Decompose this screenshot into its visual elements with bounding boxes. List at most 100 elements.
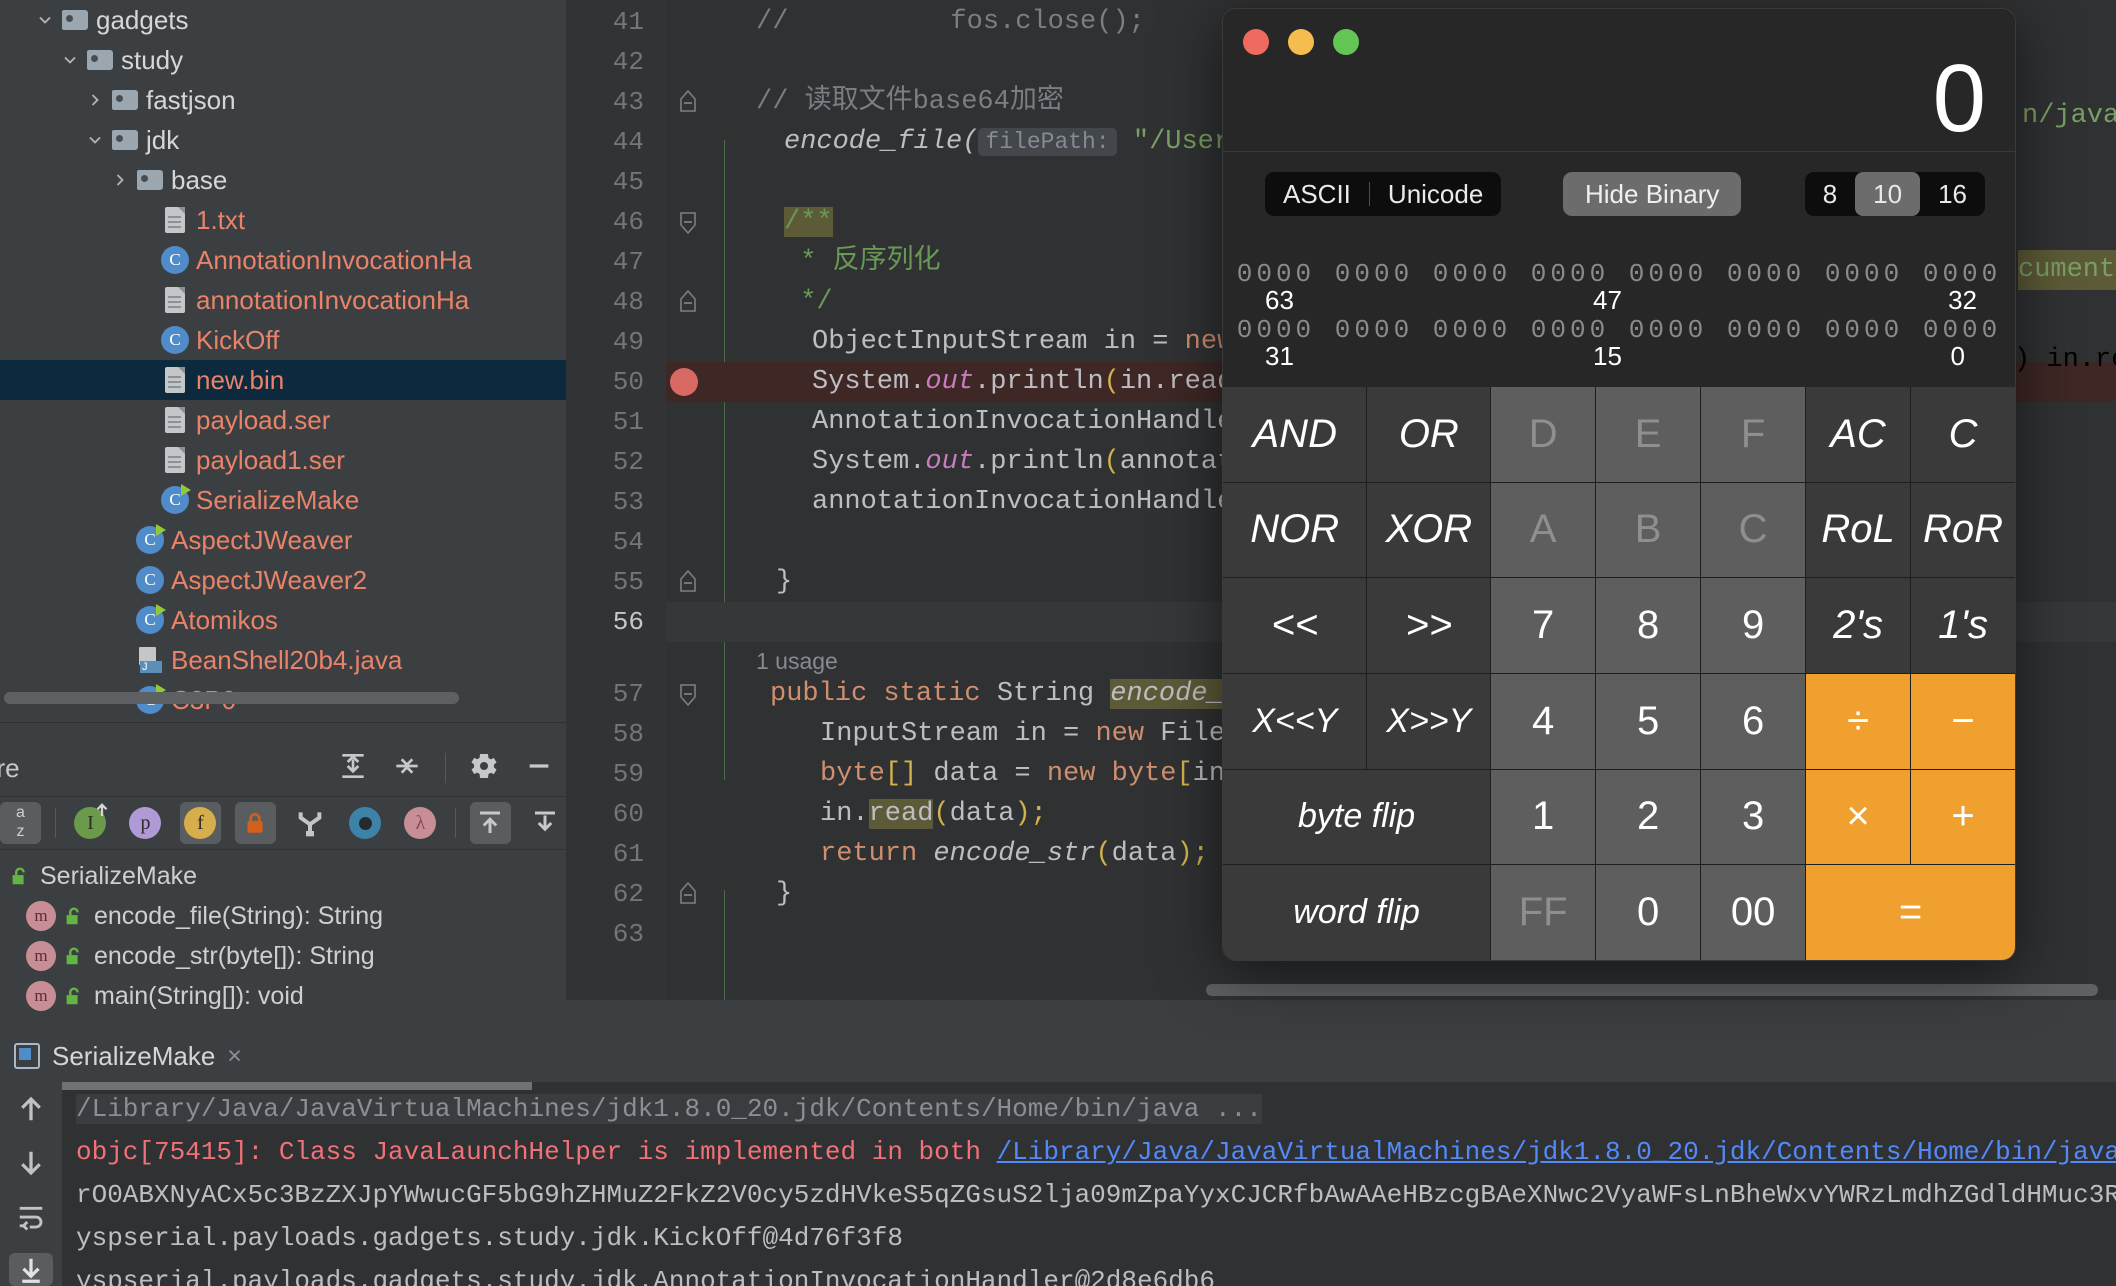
console-tabbar[interactable]: SerializeMake × xyxy=(0,1030,2116,1082)
calc-key-ff[interactable]: FF xyxy=(1491,865,1596,960)
calc-key-and[interactable]: AND xyxy=(1223,387,1367,482)
non-public-icon[interactable] xyxy=(234,802,276,844)
tree-item[interactable]: study xyxy=(0,40,566,80)
calc-key-c[interactable]: C xyxy=(1701,482,1806,578)
segment-unicode[interactable]: Unicode xyxy=(1370,172,1501,216)
tree-item[interactable]: annotationInvocationHa xyxy=(0,280,566,320)
minimize-icon[interactable] xyxy=(522,750,556,787)
calc-key-xor[interactable]: XOR xyxy=(1367,482,1491,578)
fold-end-icon[interactable] xyxy=(676,562,700,602)
segment-base-10[interactable]: 10 xyxy=(1855,172,1921,216)
collapse-all-icon[interactable] xyxy=(525,802,566,844)
sort-alphabetically-icon[interactable]: az xyxy=(0,802,41,844)
segment-base-16[interactable]: 16 xyxy=(1920,172,1985,216)
calc-key-6[interactable]: 6 xyxy=(1701,673,1806,769)
calc-key-2[interactable]: 2 xyxy=(1596,769,1701,865)
chevron-down-icon[interactable] xyxy=(82,130,108,150)
console-body[interactable]: /Library/Java/JavaVirtualMachines/jdk1.8… xyxy=(0,1082,2116,1286)
chevron-down-icon[interactable] xyxy=(57,50,83,70)
tree-item[interactable]: jdk xyxy=(0,120,566,160)
calc-key-word-flip[interactable]: word flip xyxy=(1223,865,1491,960)
expand-all-icon[interactable] xyxy=(469,802,511,844)
scroll-up-icon[interactable] xyxy=(9,1092,53,1126)
close-button[interactable] xyxy=(1243,29,1269,55)
structure-item[interactable]: m encode_str(byte[]): String xyxy=(0,936,566,976)
tree-item[interactable]: C Atomikos xyxy=(0,600,566,640)
collapse-all-icon[interactable] xyxy=(391,750,423,787)
calc-key-d[interactable]: D xyxy=(1491,387,1596,482)
encoding-segmented-control[interactable]: ASCII Unicode xyxy=(1265,172,1502,216)
fold-start-icon[interactable] xyxy=(676,674,700,714)
calc-key-[interactable]: ÷ xyxy=(1806,673,1911,769)
tree-item[interactable]: new.bin xyxy=(0,360,566,400)
calc-key-[interactable]: = xyxy=(1806,865,2015,960)
tree-item[interactable]: payload.ser xyxy=(0,400,566,440)
binary-row-low[interactable]: 0000 0000 0000 0000 0000 0000 0000 0000 … xyxy=(1223,315,2015,371)
binary-row-high[interactable]: 0000 0000 0000 0000 0000 0000 0000 0000 … xyxy=(1223,259,2015,315)
scrollbar-thumb[interactable] xyxy=(1206,984,2098,996)
calc-key-1[interactable]: 1 xyxy=(1491,769,1596,865)
hierarchy-icon[interactable] xyxy=(290,802,331,844)
calc-key-rol[interactable]: RoL xyxy=(1806,482,1911,578)
breakpoint-icon[interactable] xyxy=(670,368,698,396)
fold-end-icon[interactable] xyxy=(676,282,700,322)
calc-key-5[interactable]: 5 xyxy=(1596,673,1701,769)
minimize-button[interactable] xyxy=(1288,29,1314,55)
calc-key-e[interactable]: E xyxy=(1596,387,1701,482)
calc-key-3[interactable]: 3 xyxy=(1701,769,1806,865)
calc-key-9[interactable]: 9 xyxy=(1701,578,1806,673)
tree-item[interactable]: C AnnotationInvocationHa xyxy=(0,240,566,280)
calc-key-[interactable]: + xyxy=(1911,769,2015,865)
maximize-button[interactable] xyxy=(1333,29,1359,55)
console-sidebar[interactable] xyxy=(0,1082,62,1286)
calc-key-f[interactable]: F xyxy=(1701,387,1806,482)
calc-key-8[interactable]: 8 xyxy=(1596,578,1701,673)
scroll-down-icon[interactable] xyxy=(9,1146,53,1180)
fold-end-icon[interactable] xyxy=(676,82,700,122)
chevron-right-icon[interactable] xyxy=(82,90,108,110)
structure-item[interactable]: m encode_file(String): String xyxy=(0,896,566,936)
interfaces-icon[interactable] xyxy=(345,802,386,844)
tree-item[interactable]: J BeanShell20b4.java xyxy=(0,640,566,680)
inherited-members-icon[interactable]: I xyxy=(70,802,111,844)
fold-start-icon[interactable] xyxy=(676,202,700,242)
usage-hint[interactable]: 1 usage xyxy=(756,648,838,675)
calc-key-ror[interactable]: RoR xyxy=(1911,482,2015,578)
calc-key-4[interactable]: 4 xyxy=(1491,673,1596,769)
expand-all-icon[interactable] xyxy=(337,750,369,787)
editor-hscrollbar[interactable] xyxy=(666,980,2106,998)
calc-key-1-s[interactable]: 1's xyxy=(1911,578,2015,673)
run-console[interactable]: SerializeMake × /Library/Java/JavaVirtua… xyxy=(0,1030,2116,1286)
project-tree-hscrollbar[interactable] xyxy=(0,688,566,706)
tree-item[interactable]: C AspectJWeaver2 xyxy=(0,560,566,600)
calc-key-nor[interactable]: NOR xyxy=(1223,482,1367,578)
calc-key-2-s[interactable]: 2's xyxy=(1806,578,1911,673)
calc-key-7[interactable]: 7 xyxy=(1491,578,1596,673)
structure-item[interactable]: m main(String[]): void xyxy=(0,976,566,1016)
calc-key-a[interactable]: A xyxy=(1491,482,1596,578)
chevron-down-icon[interactable] xyxy=(32,10,58,30)
programmer-calculator-window[interactable]: 0 ASCII Unicode Hide Binary 8 10 16 0000… xyxy=(1222,8,2016,961)
gear-icon[interactable] xyxy=(468,750,500,787)
calc-key-00[interactable]: 00 xyxy=(1701,865,1806,960)
calc-key-byte-flip[interactable]: byte flip xyxy=(1223,769,1491,865)
tree-item[interactable]: gadgets xyxy=(0,0,566,40)
calc-key-c[interactable]: C xyxy=(1911,387,2015,482)
calculator-titlebar[interactable]: 0 ASCII Unicode Hide Binary 8 10 16 0000… xyxy=(1223,9,2015,387)
calc-key-[interactable]: − xyxy=(1911,673,2015,769)
calc-key-b[interactable]: B xyxy=(1596,482,1701,578)
calc-key-x-y[interactable]: X<<Y xyxy=(1223,673,1367,769)
structure-toolbar[interactable]: az I p f λ xyxy=(0,796,566,850)
base-segmented-control[interactable]: 8 10 16 xyxy=(1804,172,1985,216)
console-link[interactable]: /Library/Java/JavaVirtualMachines/jdk1.8… xyxy=(997,1137,2116,1167)
chevron-right-icon[interactable] xyxy=(107,170,133,190)
soft-wrap-icon[interactable] xyxy=(9,1200,53,1233)
structure-panel[interactable]: ure az xyxy=(0,740,566,1030)
console-tab-label[interactable]: SerializeMake xyxy=(52,1041,215,1072)
calc-key-or[interactable]: OR xyxy=(1367,387,1491,482)
scroll-to-end-icon[interactable] xyxy=(9,1253,53,1286)
tree-item[interactable]: fastjson xyxy=(0,80,566,120)
tree-item[interactable]: C KickOff xyxy=(0,320,566,360)
properties-icon[interactable]: p xyxy=(125,802,166,844)
calc-key-[interactable]: >> xyxy=(1367,578,1491,673)
